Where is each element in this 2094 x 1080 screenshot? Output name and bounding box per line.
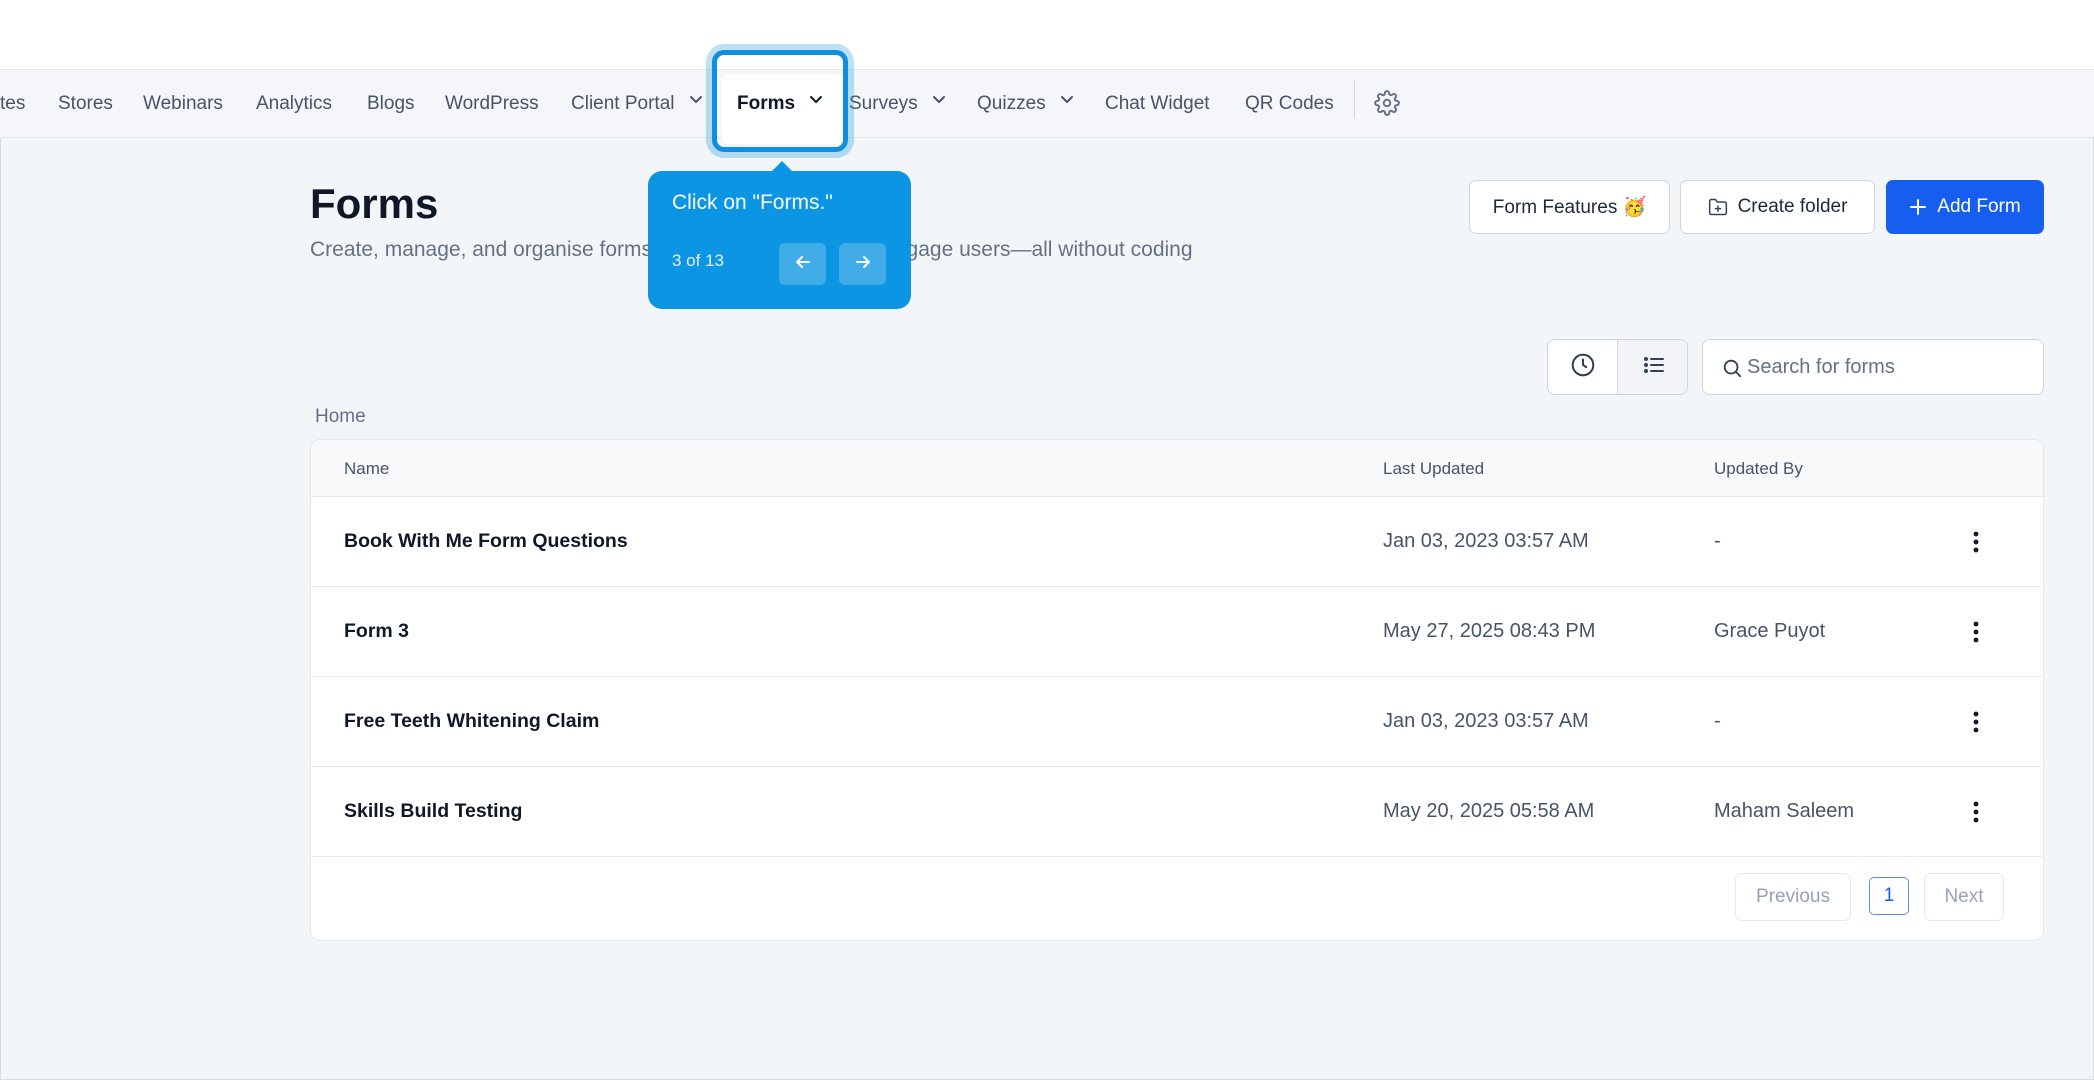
nav-bar: tes Stores Webinars Analytics Blogs Word…	[0, 70, 2094, 138]
table-row[interactable]: Free Teeth Whitening Claim Jan 03, 2023 …	[311, 677, 2043, 767]
tour-step-counter: 3 of 13	[672, 251, 724, 270]
table-row[interactable]: Form 3 May 27, 2025 08:43 PM Grace Puyot	[311, 587, 2043, 677]
arrow-right-icon	[853, 252, 873, 277]
last-updated: Jan 03, 2023 03:57 AM	[1383, 710, 1589, 732]
nav-item-chat-widget[interactable]: Chat Widget	[1105, 70, 1210, 138]
tour-next-button[interactable]	[839, 243, 886, 285]
tooltip-arrow	[772, 161, 792, 171]
nav-item-forms[interactable]: Forms	[737, 70, 824, 138]
tour-prev-button[interactable]	[779, 243, 826, 285]
chevron-down-icon	[931, 68, 947, 136]
column-header-last-updated[interactable]: Last Updated	[1383, 459, 1484, 479]
form-name[interactable]: Form 3	[344, 620, 409, 643]
nav-item-analytics[interactable]: Analytics	[256, 70, 332, 138]
chevron-down-icon	[808, 68, 824, 136]
arrow-left-icon	[793, 252, 813, 277]
nav-item-stores[interactable]: Stores	[58, 70, 113, 138]
table-header: Name Last Updated Updated By	[311, 440, 2043, 497]
folder-plus-icon	[1708, 197, 1728, 217]
nav-item-surveys[interactable]: Surveys	[849, 70, 947, 138]
form-name[interactable]: Book With Me Form Questions	[344, 530, 628, 553]
nav-item-quizzes[interactable]: Quizzes	[977, 70, 1075, 138]
list-view-button[interactable]	[1618, 340, 1687, 394]
chevron-down-icon	[688, 68, 704, 136]
search-icon	[1721, 357, 1743, 384]
updated-by: -	[1714, 710, 1721, 732]
recent-view-button[interactable]	[1548, 340, 1618, 394]
top-bar	[0, 0, 2094, 70]
nav-item-wordpress[interactable]: WordPress	[445, 70, 539, 138]
form-name[interactable]: Free Teeth Whitening Claim	[344, 710, 599, 733]
forms-table: Name Last Updated Updated By Book With M…	[310, 439, 2044, 941]
updated-by: -	[1714, 530, 1721, 552]
view-toggle	[1547, 339, 1688, 395]
page-number-1[interactable]: 1	[1869, 877, 1909, 915]
search-input[interactable]	[1747, 340, 2035, 394]
clock-icon	[1570, 352, 1596, 383]
tour-tooltip: Click on "Forms." 3 of 13	[648, 161, 911, 309]
nav-item-client-portal[interactable]: Client Portal	[571, 70, 704, 138]
form-features-button[interactable]: Form Features 🥳	[1469, 180, 1670, 234]
nav-item-qr-codes[interactable]: QR Codes	[1245, 70, 1334, 138]
form-name[interactable]: Skills Build Testing	[344, 800, 522, 823]
nav-item-blogs[interactable]: Blogs	[367, 70, 415, 138]
table-row[interactable]: Book With Me Form Questions Jan 03, 2023…	[311, 497, 2043, 587]
next-page-button[interactable]: Next	[1924, 873, 2004, 921]
breadcrumb[interactable]: Home	[315, 406, 366, 428]
more-vertical-icon[interactable]	[1961, 796, 1991, 828]
chevron-down-icon	[1059, 68, 1075, 136]
previous-page-button[interactable]: Previous	[1735, 873, 1851, 921]
tour-text: Click on "Forms."	[672, 191, 833, 214]
list-icon	[1642, 353, 1666, 382]
page-title: Forms	[310, 180, 439, 227]
add-form-button[interactable]: Add Form	[1886, 180, 2044, 234]
create-folder-button[interactable]: Create folder	[1680, 180, 1875, 234]
table-row[interactable]: Skills Build Testing May 20, 2025 05:58 …	[311, 767, 2043, 857]
more-vertical-icon[interactable]	[1961, 526, 1991, 558]
nav-item-sites[interactable]: tes	[0, 70, 25, 138]
nav-item-webinars[interactable]: Webinars	[143, 70, 223, 138]
last-updated: May 27, 2025 08:43 PM	[1383, 620, 1596, 642]
column-header-name[interactable]: Name	[344, 459, 389, 479]
nav-divider	[1354, 80, 1355, 118]
updated-by: Grace Puyot	[1714, 620, 1826, 642]
plus-icon	[1909, 198, 1927, 216]
more-vertical-icon[interactable]	[1961, 616, 1991, 648]
search-box	[1702, 339, 2044, 395]
gear-icon[interactable]	[1374, 90, 1400, 116]
last-updated: May 20, 2025 05:58 AM	[1383, 800, 1595, 822]
last-updated: Jan 03, 2023 03:57 AM	[1383, 530, 1589, 552]
updated-by: Maham Saleem	[1714, 800, 1855, 822]
column-header-updated-by[interactable]: Updated By	[1714, 459, 1803, 479]
more-vertical-icon[interactable]	[1961, 706, 1991, 738]
